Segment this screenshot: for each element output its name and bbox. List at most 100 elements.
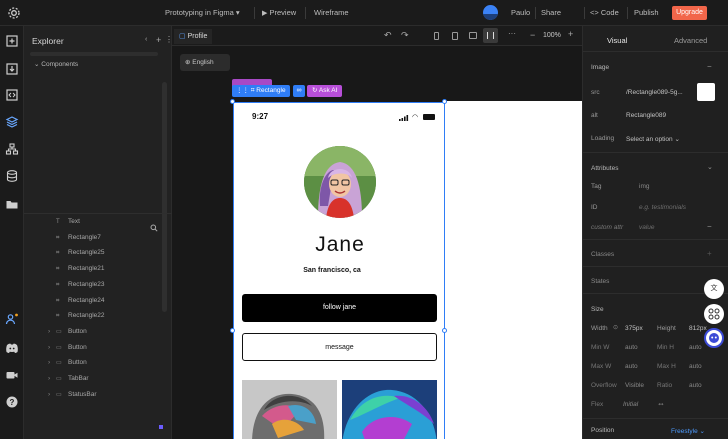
add-class-icon[interactable]: + [707,249,712,258]
upgrade-button[interactable]: Upgrade [672,6,707,20]
layer-item[interactable]: ⌗ Rectangle21 [24,261,172,277]
project-title-dropdown[interactable]: Prototyping in Figma ▾ [165,0,240,26]
link-icon[interactable]: ∞ [293,85,305,97]
chevron-right-icon[interactable]: › [48,324,50,340]
layer-item[interactable]: ⌗ Rectangle23 [24,277,172,293]
redo-icon[interactable]: ↷ [401,30,409,41]
components-section[interactable]: ⌄ Components [34,60,78,68]
layer-item[interactable]: › ▭ Button [24,340,172,356]
desktop-view-icon[interactable] [469,32,477,39]
more-options-icon[interactable]: ··· [508,29,516,38]
fullwidth-view-icon[interactable] [483,28,498,43]
min-w-field[interactable]: auto [625,344,638,351]
discord-icon[interactable] [5,341,19,355]
zoom-level[interactable]: 100% [543,32,561,39]
resize-handle[interactable] [230,328,235,333]
classes-section-title[interactable]: Classes [591,251,614,258]
share-button[interactable]: Share [541,0,561,26]
import-icon[interactable] [5,62,19,76]
layer-item[interactable]: › ▭ StatusBar [24,387,172,403]
phone-frame[interactable]: 9:27 ◠ Jane San francisco, ca follow jan… [233,102,445,439]
layer-item[interactable]: ⌗ Rectangle7 [24,230,172,246]
min-h-field[interactable]: auto [689,344,702,351]
gear-icon[interactable] [7,6,21,20]
preview-button[interactable]: ▶ Preview [262,0,296,26]
overflow-select[interactable]: Visible [625,382,644,389]
ratio-field[interactable]: auto [689,382,702,389]
states-section-title[interactable]: States [591,278,609,285]
drag-handle-icon: ⋮⋮ [236,87,249,94]
button-layer-icon: ▭ [56,344,62,351]
layer-item[interactable]: T Text [24,214,172,230]
assistant-icon[interactable] [704,328,724,348]
max-w-field[interactable]: auto [625,363,638,370]
layer-item[interactable]: › ▭ TabBar [24,371,172,387]
mobile-view-icon[interactable] [434,32,439,40]
chevron-right-icon[interactable]: › [48,387,50,403]
tablet-view-icon[interactable] [452,32,458,40]
chevron-right-icon[interactable]: › [48,355,50,371]
layer-item[interactable]: › ▭ Button [24,355,172,371]
users-icon[interactable] [5,312,19,326]
tab-advanced[interactable]: Advanced [674,36,707,45]
layer-item[interactable]: ⌗ Rectangle24 [24,293,172,309]
width-link-icon: ⊙ [613,325,619,331]
custom-attr-label[interactable]: custom attr [591,224,623,231]
id-field[interactable]: e.g. testimonials [639,204,686,211]
code-block-icon[interactable] [5,88,19,102]
max-h-field[interactable]: auto [689,363,702,370]
custom-attr-value[interactable]: value [639,224,655,231]
explorer-add-icon[interactable]: + [156,35,161,45]
chevron-right-icon[interactable]: › [48,371,50,387]
message-button[interactable]: message [242,333,437,361]
translate-icon[interactable]: 文 [704,279,724,299]
explorer-collapse-icon[interactable]: ‹ [145,36,147,43]
resize-handle[interactable] [442,328,447,333]
flex-select[interactable]: Initial [623,401,638,408]
layer-item[interactable]: › ▭ Button [24,324,172,340]
tab-visual[interactable]: Visual [607,36,627,45]
add-page-icon[interactable] [5,34,19,48]
position-select[interactable]: Freestyle ⌄ [671,427,705,435]
collapse-icon[interactable]: − [707,62,712,71]
design-canvas[interactable]: ▢ Profile ↶ ↷ ··· − 100% + ⊕ English ⋮⋮ … [172,26,582,439]
chevron-down-icon[interactable]: ⌄ [707,163,713,171]
min-w-label: Min W [591,344,610,351]
ask-ai-button[interactable]: ↻ Ask AI [307,85,343,97]
help-icon[interactable]: ? [5,395,19,409]
code-button[interactable]: <> Code [590,0,619,26]
zoom-out-icon[interactable]: − [530,30,535,40]
follow-button[interactable]: follow jane [242,294,437,322]
apps-icon[interactable] [704,304,724,324]
width-field[interactable]: 375px [625,325,643,332]
language-select[interactable]: ⊕ English [180,54,230,71]
signal-icon [399,114,409,121]
loading-select[interactable]: Select an option ⌄ [626,135,680,143]
wireframe-button[interactable]: Wireframe [314,0,349,26]
alt-field[interactable]: Rectangle089 [626,112,666,119]
chevron-right-icon[interactable]: › [48,340,50,356]
tree-icon[interactable] [5,142,19,156]
resize-handle[interactable] [230,99,235,104]
explorer-scrollbar[interactable] [30,52,158,56]
folder-icon[interactable] [5,197,19,211]
swap-icon[interactable]: ⇔ [657,399,665,408]
tab-profile[interactable]: ▢ Profile [174,29,213,44]
database-icon[interactable] [5,169,19,183]
user-avatar[interactable] [483,5,498,20]
image-preview[interactable] [697,83,715,101]
selection-tag[interactable]: ⋮⋮ ⌗ Rectangle [232,85,290,97]
people-label[interactable]: Paulo [511,0,530,26]
layer-item[interactable]: ⌗ Rectangle22 [24,308,172,324]
src-field[interactable]: /Rectangle089-5g... [626,89,683,96]
publish-button[interactable]: Publish [634,0,659,26]
height-field[interactable]: 812px [689,325,707,332]
layer-item[interactable]: ⌗ Rectangle25 [24,245,172,261]
remove-attr-icon[interactable]: − [707,222,712,231]
undo-icon[interactable]: ↶ [384,30,392,41]
zoom-in-icon[interactable]: + [568,29,573,39]
video-icon[interactable] [5,368,19,382]
tag-field[interactable]: img [639,183,649,190]
layers-icon[interactable] [5,115,19,129]
resize-handle[interactable] [442,99,447,104]
